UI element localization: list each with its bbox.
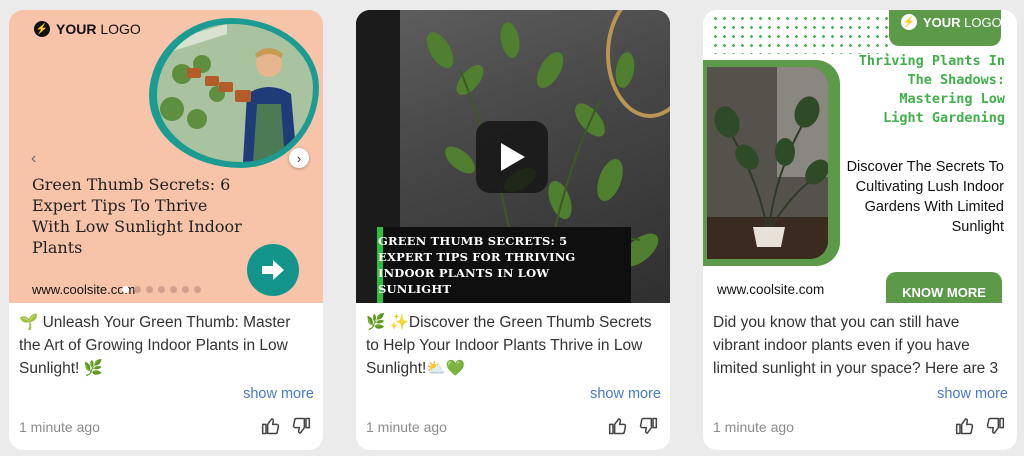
thumbs-down-icon[interactable] [291,416,311,436]
chevron-left-icon[interactable]: ‹ [31,150,36,168]
carousel-dot[interactable] [146,286,153,293]
post-headline: Thriving Plants In The Shadows: Masterin… [858,53,1005,126]
post-subheading: Discover The Secrets To Cultivating Lush… [846,159,1004,235]
carousel-dot[interactable] [122,286,129,293]
brand-logo: ⚡ YOUR LOGO [901,14,1002,30]
post-caption: Did you know that you can still have vib… [713,314,999,377]
show-more-link[interactable]: show more [937,386,1008,402]
thumbs-up-icon[interactable] [261,416,281,436]
plant-photo [707,67,828,259]
show-more-link[interactable]: show more [243,386,314,402]
arrow-right-icon [262,260,284,280]
post-card-3[interactable]: ⚡ YOUR LOGO Thriving Plants In The Shado… [703,10,1017,450]
post-caption: 🌱 Unleash Your Green Thumb: Master the A… [19,314,291,377]
play-button[interactable] [476,121,548,193]
chevron-right-icon[interactable]: › [289,148,309,168]
carousel-dot[interactable] [194,286,201,293]
post-timestamp: 1 minute ago [713,419,794,435]
post-headline: Green Thumb Secrets: 6 Expert Tips To Th… [32,175,242,257]
know-more-button[interactable]: KNOW MORE [886,272,1002,303]
carousel-dot[interactable] [182,286,189,293]
post-timestamp: 1 minute ago [366,419,447,435]
bolt-icon: ⚡ [34,21,50,37]
dot-pattern [711,14,891,54]
carousel-dot[interactable] [158,286,165,293]
gardener-photo [157,24,313,162]
site-url: www.coolsite.com [717,282,825,297]
post-video[interactable]: GREEN THUMB SECRETS: 5 EXPERT TIPS FOR T… [356,10,670,303]
thumbs-up-icon[interactable] [955,416,975,436]
carousel-dot[interactable] [170,286,177,293]
site-url: www.coolsite.com [32,282,136,297]
reaction-buttons [608,416,658,436]
show-more-link[interactable]: show more [590,386,661,402]
post-caption: 🌿 ✨Discover the Green Thumb Secrets to H… [366,314,652,377]
post-image-carousel[interactable]: ⚡ YOUR LOGO ‹ › Green Thumb Secrets: 6 E… [9,10,323,303]
cta-arrow-button[interactable] [247,244,299,296]
post-timestamp: 1 minute ago [19,419,100,435]
post-card-2[interactable]: GREEN THUMB SECRETS: 5 EXPERT TIPS FOR T… [356,10,670,450]
post-image[interactable]: ⚡ YOUR LOGO Thriving Plants In The Shado… [703,10,1017,303]
thumbs-down-icon[interactable] [985,416,1005,436]
brand-logo: ⚡ YOUR LOGO [34,21,141,37]
play-icon [501,143,525,171]
post-card-1[interactable]: ⚡ YOUR LOGO ‹ › Green Thumb Secrets: 6 E… [9,10,323,450]
carousel-dots[interactable] [122,286,201,293]
thumbs-down-icon[interactable] [638,416,658,436]
reaction-buttons [261,416,311,436]
reaction-buttons [955,416,1005,436]
bolt-icon: ⚡ [901,14,917,30]
thumbs-up-icon[interactable] [608,416,628,436]
carousel-dot[interactable] [134,286,141,293]
video-title: GREEN THUMB SECRETS: 5 EXPERT TIPS FOR T… [378,234,576,296]
